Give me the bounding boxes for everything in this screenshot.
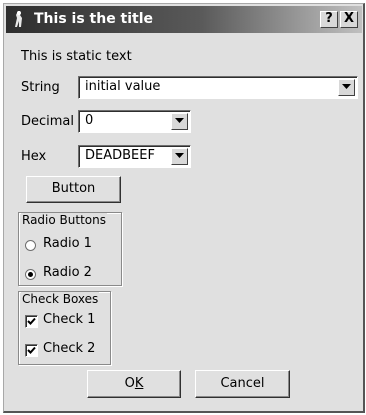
ok-button-label: OKOK [124, 376, 144, 391]
radio-selected-dot [28, 272, 33, 277]
chevron-down-icon [342, 84, 351, 89]
string-combobox[interactable]: initial value [78, 76, 358, 99]
check-2-label[interactable]: Check 2 [43, 341, 95, 356]
check-1-box[interactable] [25, 315, 38, 328]
dialog-window: This is the title ? X This is static tex… [3, 3, 365, 413]
checkmark-icon [27, 317, 36, 325]
checkmark-icon [27, 346, 36, 354]
radio-group-label: Radio Buttons [21, 213, 107, 227]
chevron-down-icon [175, 118, 184, 123]
decimal-dropdown-button[interactable] [171, 113, 188, 130]
ok-mnemonic: K [134, 376, 144, 391]
hex-dropdown-button[interactable] [171, 148, 188, 165]
string-label: String [21, 80, 60, 95]
window-title: This is the title [34, 11, 154, 27]
hex-label: Hex [21, 149, 47, 164]
radio-1-label[interactable]: Radio 1 [43, 236, 92, 251]
string-value: initial value [85, 79, 161, 94]
hex-value: DEADBEEF [85, 148, 155, 163]
chevron-down-icon [175, 153, 184, 158]
cancel-button[interactable]: Cancel [195, 370, 290, 398]
help-button[interactable]: ? [320, 11, 338, 28]
hex-combobox[interactable]: DEADBEEF [78, 145, 191, 168]
radio-group: Radio Buttons Radio 1 Radio 2 [18, 212, 122, 286]
static-text: This is static text [21, 49, 132, 64]
radio-2-label[interactable]: Radio 2 [43, 265, 92, 280]
action-button[interactable]: Button [26, 176, 121, 203]
check-1-label[interactable]: Check 1 [43, 312, 95, 327]
checkbox-group: Check Boxes Check 1 Check 2 [18, 291, 111, 365]
close-button[interactable]: X [340, 11, 358, 28]
decimal-label: Decimal [21, 114, 75, 129]
check-2-box[interactable] [25, 344, 38, 357]
decimal-value: 0 [85, 113, 94, 128]
decimal-combobox[interactable]: 0 [78, 110, 191, 133]
title-bar[interactable]: This is the title ? X [6, 6, 362, 33]
radio-1-button[interactable] [25, 240, 36, 251]
string-dropdown-button[interactable] [338, 79, 355, 96]
checkbox-group-label: Check Boxes [21, 292, 100, 306]
app-icon [11, 10, 27, 28]
radio-2-button[interactable] [25, 269, 36, 280]
ok-button[interactable]: OKOK [87, 370, 181, 398]
